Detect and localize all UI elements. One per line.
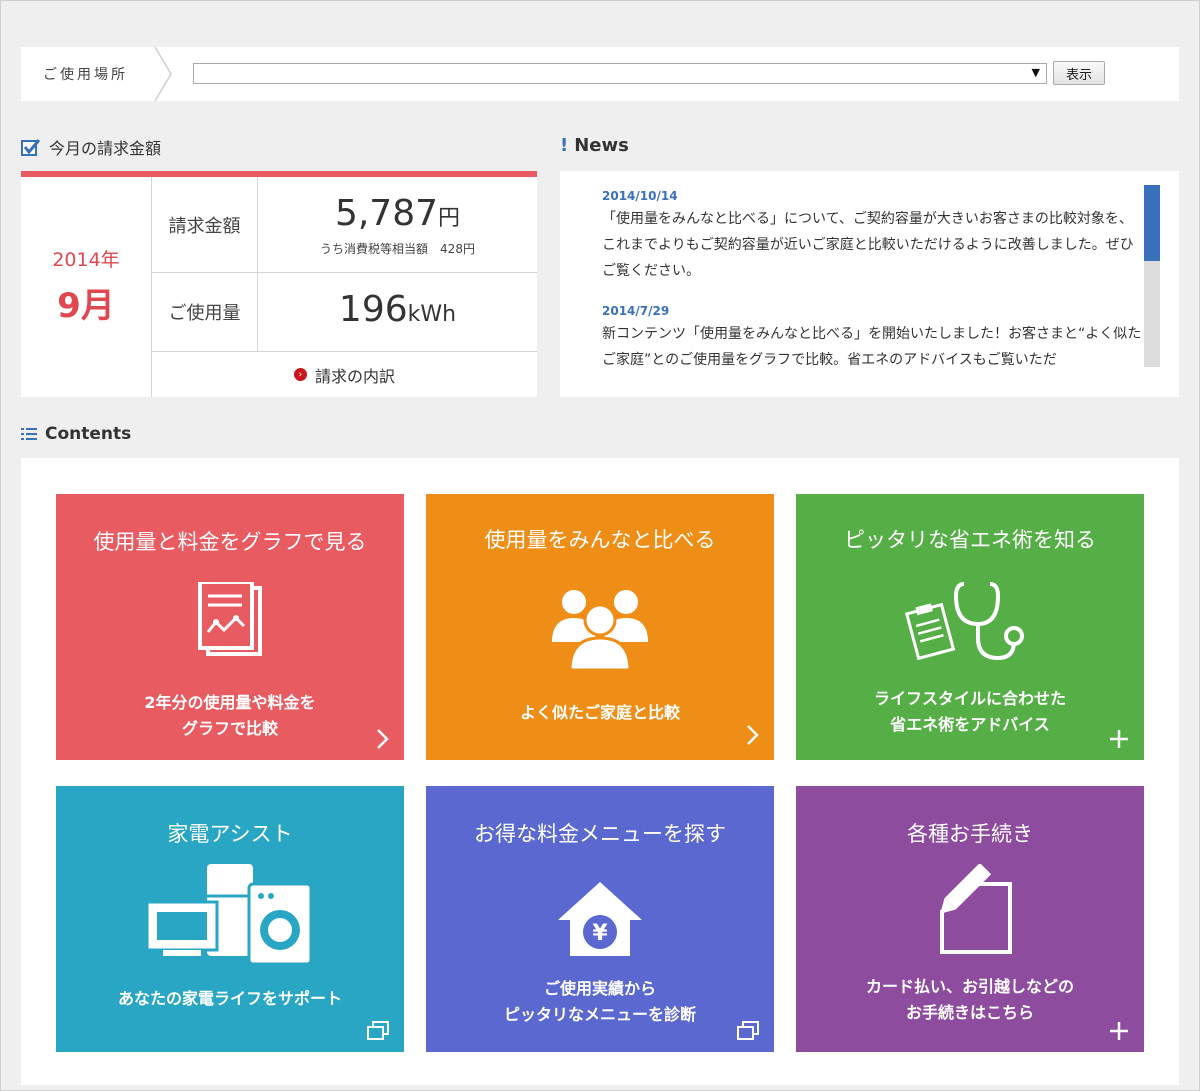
tile-appliance-assist[interactable]: 家電アシスト あなたの家電ライフをサポート (56, 786, 404, 1052)
tile-desc: あなたの家電ライフをサポート (56, 986, 404, 1012)
location-select[interactable]: ▼ (193, 63, 1047, 84)
stethoscope-clipboard-icon (904, 582, 1024, 661)
tile-title: 使用量と料金をグラフで見る (93, 530, 367, 554)
tile-desc-line: グラフで比較 (181, 719, 278, 738)
tile-desc: ご使用実績から ピッタリなメニューを診断 (426, 976, 774, 1028)
news-text: 「使用量をみんなと比べる」について、ご契約容量が大きいお客さまの比較対象を、これ… (602, 211, 1134, 279)
contents-heading: Contents (21, 424, 131, 444)
amount-value: 5,787円 うち消費税等相当額 428円 (258, 193, 537, 257)
tile-desc: カード払い、お引越しなどの お手続きはこちら (796, 974, 1144, 1026)
checkbox-check-icon (21, 138, 41, 156)
tile-compare-usage[interactable]: 使用量をみんなと比べる よく似たご家庭と比較 (426, 494, 774, 760)
bill-panel: 2014年 9月 請求金額 5,787円 うち消費税等相当額 428円 ご使用量… (21, 171, 537, 397)
tile-procedures[interactable]: 各種お手続き カード払い、お引越しなどの お手続きはこちら (796, 786, 1144, 1052)
tile-desc-line: あなたの家電ライフをサポート (117, 989, 342, 1008)
tile-desc-line: カード払い、お引越しなどの (865, 977, 1074, 996)
chevron-right-icon (377, 729, 389, 749)
home-appliances-icon (145, 864, 313, 966)
location-bar: ご使用場所 ▼ 表示 (21, 47, 1179, 101)
billing-month: 2014年 9月 (21, 177, 152, 397)
tile-title: 家電アシスト (167, 822, 293, 846)
bill-heading: 今月の請求金額 (21, 135, 161, 159)
news-panel: 2014/10/14 「使用量をみんなと比べる」について、ご契約容量が大きいお客… (560, 171, 1179, 397)
tile-desc: ライフスタイルに合わせた 省エネ術をアドバイス (796, 686, 1144, 738)
tile-desc-line: ピッタリなメニューを診断 (503, 1005, 696, 1024)
tile-desc-line: お手続きはこちら (905, 1003, 1034, 1022)
tile-title: お得な料金メニューを探す (474, 822, 726, 846)
news-item: 2014/10/14 「使用量をみんなと比べる」について、ご契約容量が大きいお客… (602, 189, 1142, 284)
arrow-circle-icon: › (293, 368, 307, 381)
group-people-icon (552, 590, 648, 670)
news-scrollbar-thumb[interactable] (1144, 185, 1160, 261)
tile-title: ピッタリな省エネ術を知る (844, 528, 1096, 552)
tile-rate-menu[interactable]: お得な料金メニューを探す ¥ ご使用実績から ピッタリなメニューを診断 (426, 786, 774, 1052)
usage-number: 196 (338, 289, 408, 330)
tile-desc-line: よく似たご家庭と比較 (519, 703, 680, 722)
amount-number: 5,787 (334, 193, 439, 234)
chevron-divider-icon (154, 47, 172, 101)
bill-month: 9月 (57, 286, 115, 326)
contents-heading-text: Contents (45, 424, 132, 444)
plus-icon (1110, 730, 1128, 748)
tile-desc: よく似たご家庭と比較 (426, 700, 774, 726)
tile-desc-line: ご使用実績から (543, 979, 656, 998)
usage-label: ご使用量 (152, 273, 258, 351)
usage-unit: kWh (407, 302, 457, 327)
pen-edit-icon (940, 864, 1012, 954)
tile-title: 使用量をみんなと比べる (484, 528, 716, 552)
news-heading: ! News (560, 135, 629, 156)
tax-note: うち消費税等相当額 428円 (320, 242, 475, 256)
amount-unit: 円 (438, 206, 461, 231)
usage-row: ご使用量 196kWh (152, 273, 537, 352)
bill-heading-text: 今月の請求金額 (49, 139, 162, 158)
usage-value: 196kWh (258, 289, 537, 330)
chevron-right-icon (747, 725, 759, 745)
tile-desc-line: 省エネ術をアドバイス (890, 715, 1050, 734)
chart-document-icon (198, 582, 262, 656)
dropdown-arrow-icon: ▼ (1031, 66, 1040, 79)
exclamation-icon: ! (560, 135, 569, 156)
new-window-icon (737, 1021, 759, 1040)
list-icon (21, 427, 37, 441)
plus-icon (1110, 1022, 1128, 1040)
amount-label: 請求金額 (152, 177, 258, 272)
news-date: 2014/10/14 (602, 189, 678, 203)
news-date: 2014/7/29 (602, 304, 670, 318)
show-button[interactable]: 表示 (1053, 61, 1105, 85)
new-window-icon (367, 1021, 389, 1040)
svg-text:¥: ¥ (592, 921, 608, 946)
news-text: 新コンテンツ「使用量をみんなと比べる」を開始いたしました！お客さまと“よく似たご… (602, 326, 1142, 368)
news-heading-text: News (574, 135, 629, 156)
house-yen-icon: ¥ (558, 882, 642, 956)
contents-grid: 使用量と料金をグラフで見る 2年分の使用量や料金を グラフで比較 使用量をみんな… (21, 458, 1179, 1085)
tile-title: 各種お手続き (907, 822, 1033, 846)
tile-energy-saving[interactable]: ピッタリな省エネ術を知る ライフスタイルに合わせた 省エネ術をアドバイス (796, 494, 1144, 760)
tile-desc-line: 2年分の使用量や料金を (144, 693, 316, 712)
tile-desc-line: ライフスタイルに合わせた (873, 689, 1066, 708)
bill-detail-link[interactable]: › 請求の内訳 (152, 352, 537, 397)
bill-year: 2014年 (52, 249, 120, 271)
tile-desc: 2年分の使用量や料金を グラフで比較 (56, 690, 404, 742)
news-item: 2014/7/29 新コンテンツ「使用量をみんなと比べる」を開始いたしました！お… (602, 304, 1142, 369)
news-list[interactable]: 2014/10/14 「使用量をみんなと比べる」について、ご契約容量が大きいお客… (602, 189, 1142, 369)
bill-detail-text: 請求の内訳 (314, 366, 395, 386)
tile-usage-graph[interactable]: 使用量と料金をグラフで見る 2年分の使用量や料金を グラフで比較 (56, 494, 404, 760)
amount-row: 請求金額 5,787円 うち消費税等相当額 428円 (152, 177, 537, 273)
